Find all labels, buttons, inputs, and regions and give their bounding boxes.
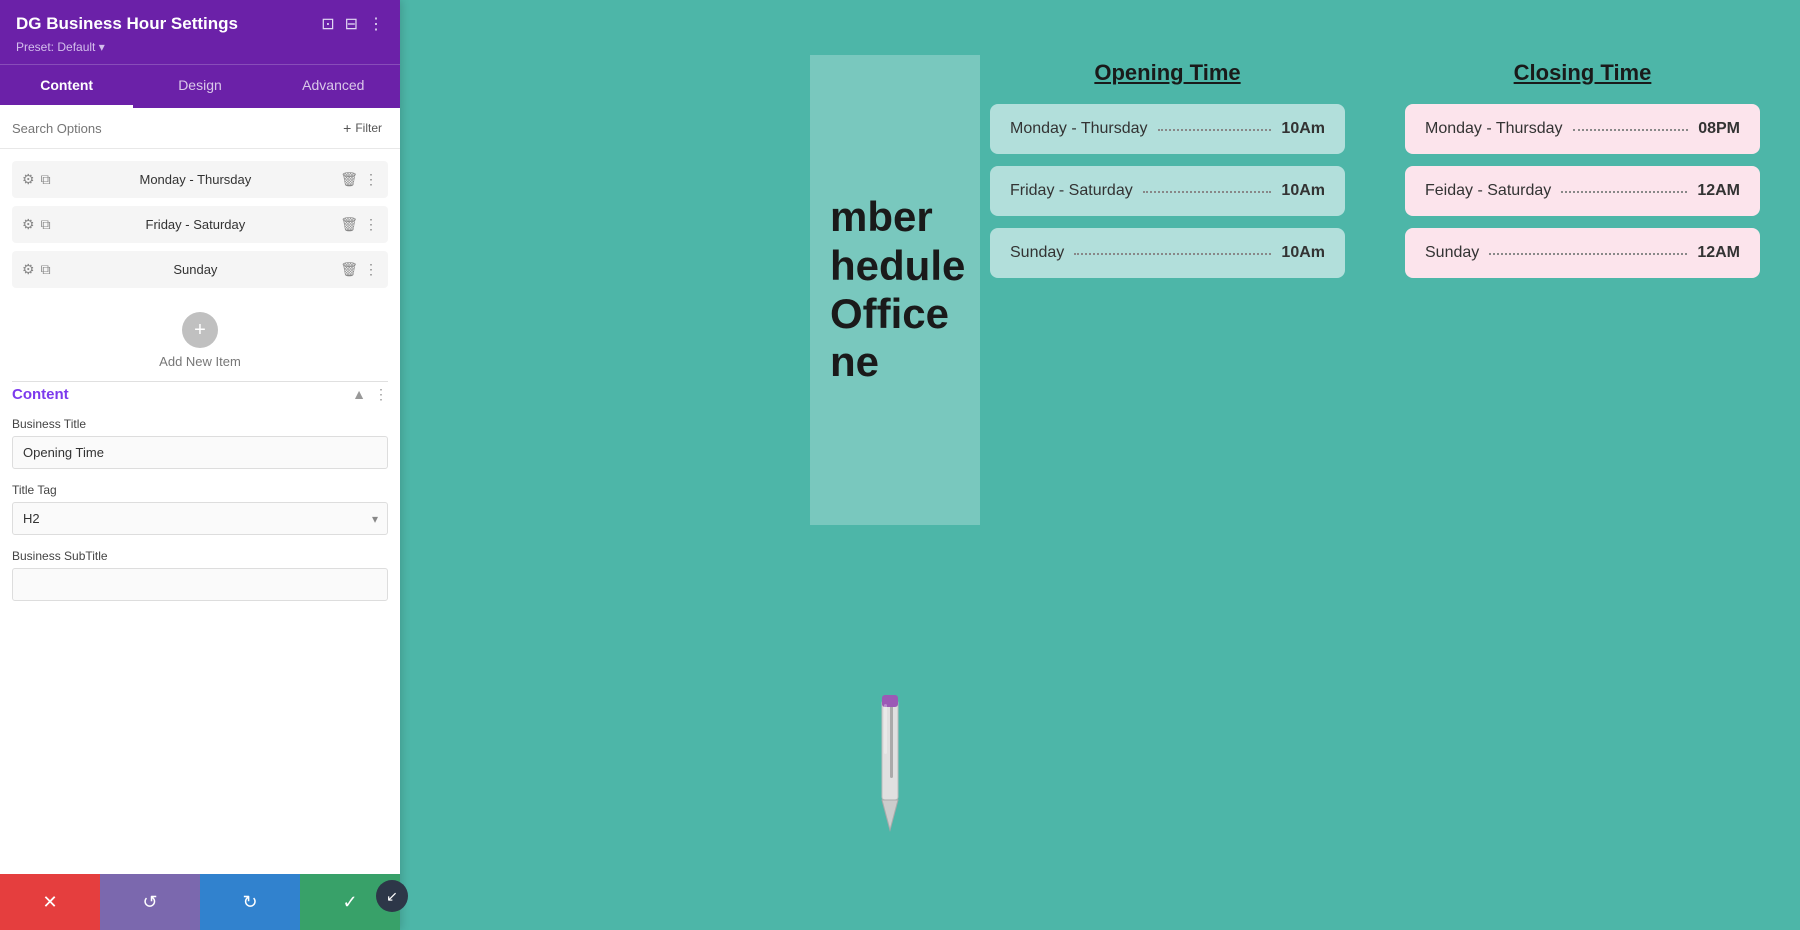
panel-bottom-bar: ✕ ↺ ↻ ✓ [0,874,400,930]
hours-container: Opening Time Monday - Thursday 10Am Frid… [990,60,1760,290]
pen-decoration [810,670,970,870]
collapse-icon[interactable]: ▲ [352,386,366,403]
panel-preset[interactable]: Preset: Default [16,40,384,54]
dots-5 [1561,191,1687,193]
redo-button[interactable]: ↻ [200,874,300,930]
item-left-icons: ⚙ ⧉ [22,261,51,278]
settings-icon[interactable]: ⚙ [22,261,35,278]
layout-icon[interactable]: ⊟ [345,14,358,34]
dots-2 [1143,191,1272,193]
filter-button[interactable]: Filter [337,118,388,138]
more-icon[interactable]: ⋮ [368,14,384,34]
plus-icon: + [194,319,206,342]
item-label: Friday - Saturday [59,217,333,232]
tab-design[interactable]: Design [133,65,266,108]
closing-day-2: Feiday - Saturday [1425,182,1551,200]
more-icon[interactable]: ⋮ [364,216,378,233]
content-section-icons: ▲ ⋮ [352,386,388,403]
divider [12,381,388,382]
search-input[interactable] [12,121,329,136]
title-tag-label: Title Tag [12,483,388,497]
undo-button[interactable]: ↺ [100,874,200,930]
item-left-icons: ⚙ ⧉ [22,216,51,233]
item-label: Sunday [59,262,333,277]
responsive-icon[interactable]: ⊡ [321,14,334,34]
tab-advanced[interactable]: Advanced [267,65,400,108]
closing-time-2: 12AM [1697,182,1740,200]
opening-row-2: Friday - Saturday 10Am [990,166,1345,216]
add-new-label: Add New Item [159,354,241,369]
more-icon[interactable]: ⋮ [364,261,378,278]
closing-row-1: Monday - Thursday 08PM [1405,104,1760,154]
list-item: ⚙ ⧉ Friday - Saturday 🗑 ⋮ [12,206,388,243]
add-new-circle-icon: + [182,312,218,348]
opening-time-column: Opening Time Monday - Thursday 10Am Frid… [990,60,1345,290]
dots-6 [1489,253,1687,255]
trash-icon[interactable]: 🗑 [340,171,358,188]
dots-4 [1573,129,1689,131]
closing-time-title: Closing Time [1405,60,1760,86]
business-subtitle-input[interactable] [12,568,388,601]
item-left-icons: ⚙ ⧉ [22,171,51,188]
title-tag-select-wrap: H1 H2 H3 H4 H5 H6 p ▾ [12,502,388,535]
add-new-item-button[interactable]: + Add New Item [12,296,388,377]
closing-time-1: 08PM [1698,120,1740,138]
settings-icon[interactable]: ⚙ [22,171,35,188]
business-title-label: Business Title [12,417,388,431]
floating-icon[interactable]: ↙ [376,880,408,912]
opening-row-3: Sunday 10Am [990,228,1345,278]
opening-day-1: Monday - Thursday [1010,120,1148,138]
dots-1 [1158,129,1272,131]
panel-title: DG Business Hour Settings [16,14,238,34]
panel-body: ⚙ ⧉ Monday - Thursday 🗑 ⋮ ⚙ ⧉ Friday - S… [0,149,400,874]
opening-time-3: 10Am [1281,244,1325,262]
opening-time-title: Opening Time [990,60,1345,86]
closing-time-column: Closing Time Monday - Thursday 08PM Feid… [1405,60,1760,290]
business-subtitle-label: Business SubTitle [12,549,388,563]
item-right-icons: 🗑 ⋮ [340,261,378,278]
copy-icon[interactable]: ⧉ [41,171,51,188]
tab-content[interactable]: Content [0,65,133,108]
copy-icon[interactable]: ⧉ [41,216,51,233]
closing-day-3: Sunday [1425,244,1479,262]
overlay-text: mberheduleOfficene [830,193,960,386]
dots-3 [1074,253,1271,255]
panel-header-icons: ⊡ ⊟ ⋮ [321,14,384,34]
trash-icon[interactable]: 🗑 [340,261,358,278]
item-right-icons: 🗑 ⋮ [340,171,378,188]
copy-icon[interactable]: ⧉ [41,261,51,278]
right-canvas: mberheduleOfficene Opening Time Monday -… [400,0,1800,930]
panel-header: DG Business Hour Settings ⊡ ⊟ ⋮ Preset: … [0,0,400,64]
opening-day-3: Sunday [1010,244,1064,262]
canvas-text-overlay: mberheduleOfficene [810,55,980,525]
list-item: ⚙ ⧉ Monday - Thursday 🗑 ⋮ [12,161,388,198]
opening-time-1: 10Am [1281,120,1325,138]
list-item: ⚙ ⧉ Sunday 🗑 ⋮ [12,251,388,288]
closing-row-2: Feiday - Saturday 12AM [1405,166,1760,216]
pen-svg [820,690,960,850]
more-icon[interactable]: ⋮ [364,171,378,188]
panel-tabs: Content Design Advanced [0,64,400,108]
closing-time-3: 12AM [1697,244,1740,262]
left-panel: DG Business Hour Settings ⊡ ⊟ ⋮ Preset: … [0,0,400,930]
settings-icon[interactable]: ⚙ [22,216,35,233]
opening-day-2: Friday - Saturday [1010,182,1133,200]
item-label: Monday - Thursday [59,172,333,187]
section-more-icon[interactable]: ⋮ [374,386,388,403]
closing-row-3: Sunday 12AM [1405,228,1760,278]
opening-time-2: 10Am [1281,182,1325,200]
title-tag-select[interactable]: H1 H2 H3 H4 H5 H6 p [12,502,388,535]
opening-row-1: Monday - Thursday 10Am [990,104,1345,154]
cancel-button[interactable]: ✕ [0,874,100,930]
content-section-title: Content [12,386,69,403]
closing-day-1: Monday - Thursday [1425,120,1563,138]
search-row: Filter [0,108,400,149]
item-right-icons: 🗑 ⋮ [340,216,378,233]
business-title-input[interactable] [12,436,388,469]
content-section-header: Content ▲ ⋮ [12,386,388,403]
trash-icon[interactable]: 🗑 [340,216,358,233]
